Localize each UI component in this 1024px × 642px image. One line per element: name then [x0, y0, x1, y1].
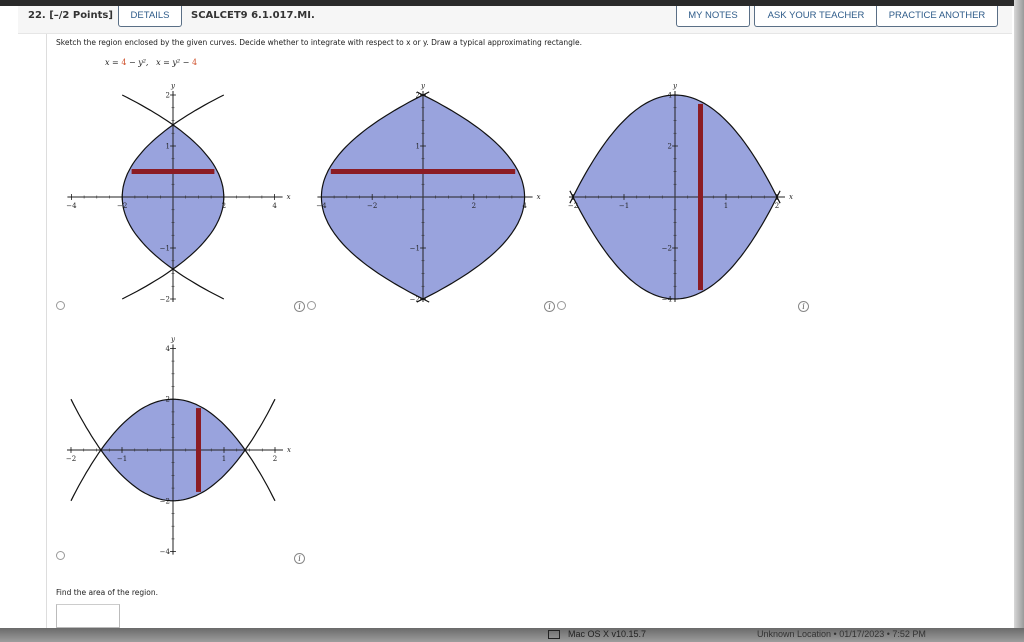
approximating-rectangle — [196, 408, 201, 492]
y-tick-label: 1 — [166, 143, 170, 151]
info-icon[interactable]: i — [544, 301, 555, 312]
approximating-rectangle — [698, 103, 703, 291]
y-tick-label: 4 — [166, 345, 171, 353]
y-axis-label: y — [170, 335, 176, 343]
y-tick-label: 1 — [416, 143, 420, 151]
approximating-rectangle — [330, 169, 516, 174]
x-tick-label: 1 — [724, 202, 728, 210]
y-axis-label: y — [672, 82, 678, 90]
y-tick-label: −2 — [160, 497, 170, 505]
info-icon[interactable]: i — [798, 301, 809, 312]
x-axis-label: x — [789, 193, 793, 201]
y-tick-label: −1 — [410, 245, 420, 253]
y-tick-label: −2 — [662, 245, 672, 253]
radio-option-3[interactable] — [557, 301, 566, 310]
y-axis-label: y — [420, 82, 426, 90]
approximating-rectangle — [131, 169, 215, 174]
radio-option-2[interactable] — [307, 301, 316, 310]
x-axis-label: x — [287, 446, 291, 454]
monitor-icon — [548, 630, 560, 639]
radio-option-4[interactable] — [56, 551, 65, 560]
y-tick-label: −2 — [160, 296, 170, 304]
x-tick-label: −4 — [66, 202, 77, 210]
x-axis-label: x — [287, 193, 291, 201]
radio-option-1[interactable] — [56, 301, 65, 310]
x-tick-label: −2 — [367, 202, 377, 210]
y-tick-label: −4 — [662, 296, 673, 304]
x-tick-label: −1 — [117, 455, 127, 463]
graph-choices: −4 −2 2 4−2−112xy−4 −2 2 4−2−112xy−2 −1 1 2−4−224… — [66, 82, 793, 556]
area-answer-input[interactable] — [56, 604, 120, 628]
x-tick-label: 4 — [272, 202, 277, 210]
y-tick-label: −1 — [160, 245, 170, 253]
info-icon[interactable]: i — [294, 301, 305, 312]
x-tick-label: 2 — [775, 202, 779, 210]
x-tick-label: 2 — [273, 455, 277, 463]
y-axis-label: y — [170, 82, 176, 90]
x-tick-label: −2 — [66, 455, 76, 463]
location-timestamp: Unknown Location • 01/17/2023 • 7:52 PM — [757, 629, 926, 639]
y-tick-label: 2 — [166, 92, 170, 100]
y-tick-label: −4 — [160, 548, 171, 556]
find-area-label: Find the area of the region. — [56, 588, 158, 597]
x-axis-label: x — [537, 193, 541, 201]
os-label: Mac OS X v10.15.7 — [568, 629, 647, 639]
y-tick-label: 2 — [668, 143, 672, 151]
x-tick-label: 1 — [222, 455, 226, 463]
info-icon[interactable]: i — [294, 553, 305, 564]
x-tick-label: 2 — [472, 202, 476, 210]
x-tick-label: −1 — [619, 202, 629, 210]
